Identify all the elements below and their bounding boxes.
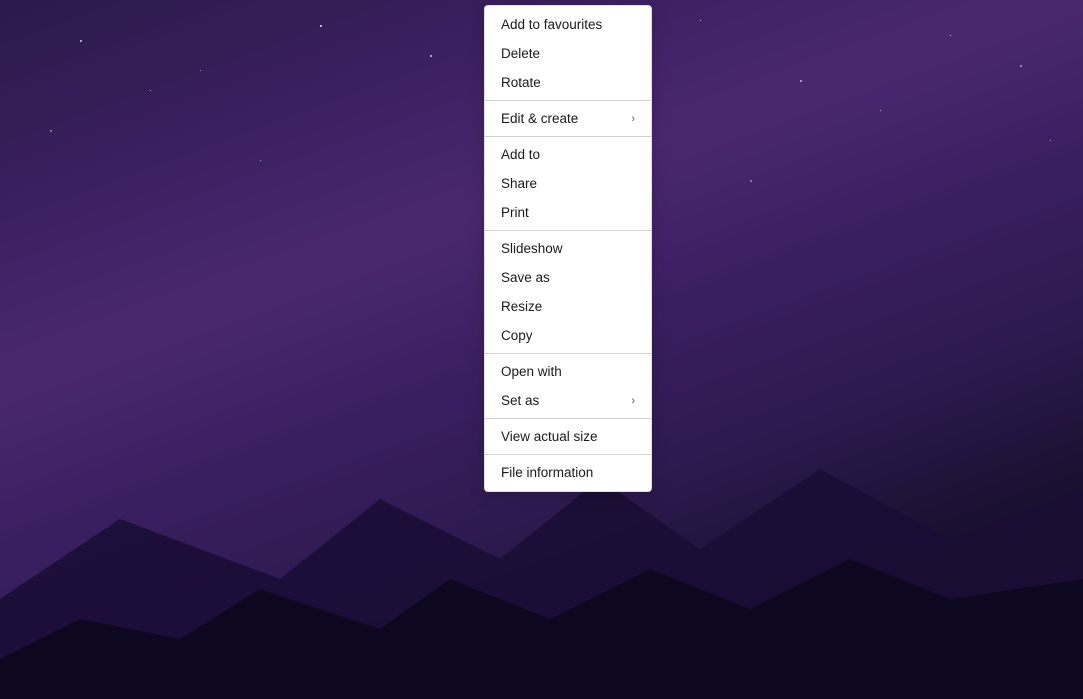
menu-item-set-as[interactable]: Set as › (485, 386, 651, 415)
menu-item-add-to[interactable]: Add to (485, 140, 651, 169)
chevron-right-icon: › (631, 113, 635, 125)
chevron-right-icon: › (631, 395, 635, 407)
menu-item-label: Resize (501, 299, 542, 314)
menu-item-label: Copy (501, 328, 533, 343)
menu-item-label: Print (501, 205, 529, 220)
menu-item-print[interactable]: Print (485, 198, 651, 227)
menu-item-label: View actual size (501, 429, 598, 444)
menu-item-label: Open with (501, 364, 562, 379)
menu-item-rotate[interactable]: Rotate (485, 68, 651, 97)
menu-item-edit-and-create[interactable]: Edit & create › (485, 104, 651, 133)
menu-item-resize[interactable]: Resize (485, 292, 651, 321)
menu-item-open-with[interactable]: Open with (485, 357, 651, 386)
menu-item-label: File information (501, 465, 593, 480)
menu-item-label: Delete (501, 46, 540, 61)
menu-divider (485, 230, 651, 231)
menu-item-delete[interactable]: Delete (485, 39, 651, 68)
menu-item-share[interactable]: Share (485, 169, 651, 198)
menu-item-label: Rotate (501, 75, 541, 90)
menu-item-copy[interactable]: Copy (485, 321, 651, 350)
menu-item-label: Share (501, 176, 537, 191)
menu-item-label: Save as (501, 270, 550, 285)
menu-item-label: Set as (501, 393, 539, 408)
menu-divider (485, 454, 651, 455)
menu-item-label: Add to favourites (501, 17, 602, 32)
menu-item-label: Slideshow (501, 241, 563, 256)
menu-item-label: Add to (501, 147, 540, 162)
menu-item-slideshow[interactable]: Slideshow (485, 234, 651, 263)
menu-item-view-actual-size[interactable]: View actual size (485, 422, 651, 451)
menu-divider (485, 418, 651, 419)
menu-divider (485, 136, 651, 137)
menu-divider (485, 353, 651, 354)
context-menu: Add to favourites Delete Rotate Edit & c… (484, 5, 652, 492)
menu-item-save-as[interactable]: Save as (485, 263, 651, 292)
menu-divider (485, 100, 651, 101)
menu-item-file-information[interactable]: File information (485, 458, 651, 487)
menu-item-label: Edit & create (501, 111, 578, 126)
menu-item-add-to-favourites[interactable]: Add to favourites (485, 10, 651, 39)
